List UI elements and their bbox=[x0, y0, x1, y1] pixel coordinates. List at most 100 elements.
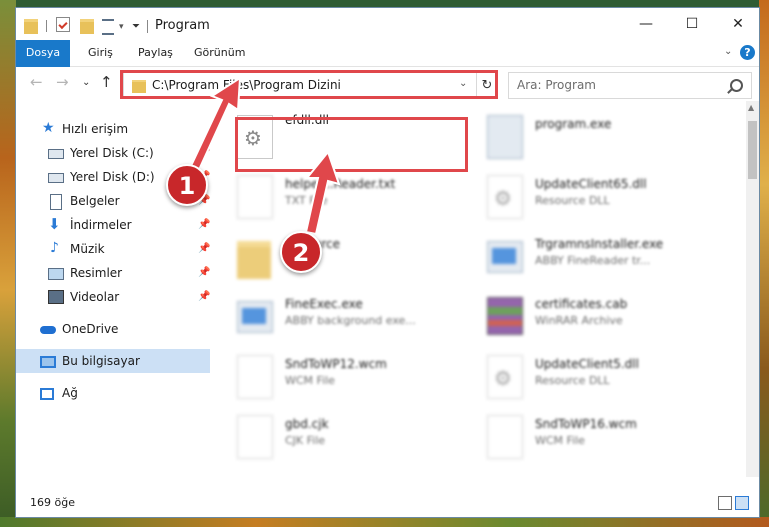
file-type: TXT File bbox=[285, 194, 328, 207]
file-name: FineExec.exe bbox=[285, 297, 363, 311]
back-arrow-icon[interactable]: ← bbox=[30, 73, 43, 91]
maximize-button[interactable]: ☐ bbox=[669, 8, 715, 40]
sidebar-item-label: Bu bilgisayar bbox=[62, 354, 140, 368]
file-name: program.exe bbox=[535, 117, 612, 131]
sidebar-item-disk-c[interactable]: Yerel Disk (C:) 📌 bbox=[16, 141, 210, 165]
close-button[interactable]: ✕ bbox=[715, 8, 759, 40]
file-type: WCM File bbox=[535, 434, 585, 447]
drive-icon bbox=[48, 149, 64, 159]
sidebar-item-quick-access[interactable]: ★ Hızlı erişim bbox=[16, 117, 210, 141]
file-type: ABBY FineReader tr... bbox=[535, 254, 651, 267]
generic-file-icon bbox=[237, 355, 273, 399]
tab-view[interactable]: Görünüm bbox=[194, 40, 245, 66]
file-item[interactable]: TrgramnsInstaller.exe ABBY FineReader tr… bbox=[465, 227, 715, 289]
sidebar-item-label: İndirmeler bbox=[70, 218, 132, 232]
sidebar-scrollbar[interactable] bbox=[210, 101, 214, 477]
search-input[interactable]: Ara: Program bbox=[508, 72, 752, 99]
sidebar-item-label: OneDrive bbox=[62, 322, 119, 336]
file-name: SndToWP16.wcm bbox=[535, 417, 637, 431]
desktop-background-left bbox=[0, 0, 16, 527]
step-badge-2: 2 bbox=[280, 231, 322, 273]
file-item[interactable]: gbd.cjk CJK File bbox=[215, 407, 465, 469]
file-item[interactable]: UpdateClient5.dll Resource DLL bbox=[465, 347, 715, 409]
sidebar-item-music[interactable]: ♪ Müzik 📌 bbox=[16, 237, 210, 261]
help-icon[interactable]: ? bbox=[740, 45, 755, 60]
sidebar-item-videos[interactable]: Videolar 📌 bbox=[16, 285, 210, 309]
pin-icon[interactable]: 📌 bbox=[198, 285, 210, 309]
sidebar-item-label: Ağ bbox=[62, 386, 78, 400]
file-type: ABBY background exe... bbox=[285, 314, 416, 327]
file-item[interactable]: UpdateClient65.dll Resource DLL bbox=[465, 167, 715, 229]
sidebar-item-downloads[interactable]: ⬇ İndirmeler 📌 bbox=[16, 213, 210, 237]
file-list: efdll.dll program.exe helper...Reader.tx… bbox=[215, 101, 746, 477]
sidebar-item-label: Hızlı erişim bbox=[62, 122, 129, 136]
navigation-bar: ← → ⌄ ↑ C:\Program Files\Program Dizini … bbox=[16, 67, 759, 101]
view-list-icon[interactable] bbox=[102, 19, 114, 35]
dll-icon bbox=[487, 175, 523, 219]
file-type: Resource DLL bbox=[535, 194, 610, 207]
pin-icon[interactable]: 📌 bbox=[198, 237, 210, 261]
file-type: WinRAR Archive bbox=[535, 314, 623, 327]
tab-home[interactable]: Giriş bbox=[88, 40, 113, 66]
file-name: SndToWP12.wcm bbox=[285, 357, 387, 371]
new-folder-icon[interactable] bbox=[80, 19, 94, 34]
pin-icon[interactable]: 📌 bbox=[198, 261, 210, 285]
sidebar-item-network[interactable]: Ağ bbox=[16, 381, 210, 405]
explorer-window: ▾ ⏷ Program — ☐ ✕ Dosya Giriş Paylaş Gör… bbox=[16, 8, 759, 517]
computer-icon bbox=[40, 356, 56, 368]
file-item[interactable]: certificates.cab WinRAR Archive bbox=[465, 287, 715, 349]
properties-icon[interactable] bbox=[56, 17, 70, 32]
sidebar-item-onedrive[interactable]: OneDrive bbox=[16, 317, 210, 341]
search-placeholder: Ara: Program bbox=[517, 78, 596, 92]
file-item[interactable]: SndToWP12.wcm WCM File bbox=[215, 347, 465, 409]
minimize-button[interactable]: — bbox=[623, 8, 669, 40]
pin-icon[interactable]: 📌 bbox=[198, 213, 210, 237]
dll-icon bbox=[487, 355, 523, 399]
item-count: 169 öğe bbox=[30, 496, 75, 509]
exe-icon bbox=[487, 241, 523, 273]
sidebar-item-pictures[interactable]: Resimler 📌 bbox=[16, 261, 210, 285]
customize-toolbar-icon[interactable]: ⏷ bbox=[132, 21, 140, 32]
scroll-up-icon[interactable]: ▲ bbox=[748, 103, 754, 112]
desktop-background-bottom bbox=[0, 517, 769, 527]
large-icons-view-icon[interactable] bbox=[735, 496, 749, 510]
details-view-icon[interactable] bbox=[718, 496, 732, 510]
archive-icon bbox=[487, 297, 523, 335]
file-item[interactable]: SndToWP16.wcm WCM File bbox=[465, 407, 715, 469]
file-type: WCM File bbox=[285, 374, 335, 387]
address-highlight-box bbox=[120, 70, 498, 99]
search-icon[interactable] bbox=[730, 79, 743, 92]
file-name: UpdateClient5.dll bbox=[535, 357, 639, 371]
pin-icon[interactable]: 📌 bbox=[198, 141, 210, 165]
tab-share[interactable]: Paylaş bbox=[138, 40, 173, 66]
chevron-down-icon[interactable]: ⌄ bbox=[724, 46, 732, 57]
file-type: CJK File bbox=[285, 434, 326, 447]
title-bar: ▾ ⏷ Program — ☐ ✕ bbox=[16, 8, 759, 40]
file-item[interactable]: Resource bbox=[215, 227, 465, 289]
vertical-scrollbar[interactable]: ▲ bbox=[746, 101, 759, 477]
sidebar-item-label: Yerel Disk (D:) bbox=[70, 170, 155, 184]
file-item[interactable]: helper...Reader.txt TXT File bbox=[215, 167, 465, 229]
scrollbar-thumb[interactable] bbox=[748, 121, 757, 179]
recent-locations-icon[interactable]: ⌄ bbox=[82, 77, 90, 88]
sidebar-item-this-pc[interactable]: Bu bilgisayar bbox=[16, 349, 210, 373]
up-arrow-icon[interactable]: ↑ bbox=[100, 73, 113, 91]
forward-arrow-icon[interactable]: → bbox=[56, 73, 69, 91]
sidebar-item-label: Yerel Disk (C:) bbox=[70, 146, 154, 160]
ribbon-tabs: Dosya Giriş Paylaş Görünüm ⌄ ? bbox=[16, 40, 759, 102]
music-icon: ♪ bbox=[50, 240, 59, 256]
file-name: helper...Reader.txt bbox=[285, 177, 396, 191]
sidebar-item-label: Videolar bbox=[70, 290, 120, 304]
toolbar-divider bbox=[147, 20, 148, 33]
status-bar: 169 öğe bbox=[16, 477, 759, 517]
sidebar: ★ Hızlı erişim Yerel Disk (C:) 📌 Yerel D… bbox=[16, 101, 214, 477]
videos-icon bbox=[48, 290, 64, 304]
desktop-background-right bbox=[759, 0, 769, 527]
star-icon: ★ bbox=[42, 120, 55, 136]
file-highlight-box bbox=[235, 117, 468, 172]
folder-icon bbox=[237, 241, 271, 279]
file-item[interactable]: FineExec.exe ABBY background exe... bbox=[215, 287, 465, 349]
chevron-down-icon[interactable]: ▾ bbox=[119, 22, 124, 32]
file-item[interactable]: program.exe bbox=[465, 107, 715, 169]
folder-icon bbox=[24, 19, 38, 34]
